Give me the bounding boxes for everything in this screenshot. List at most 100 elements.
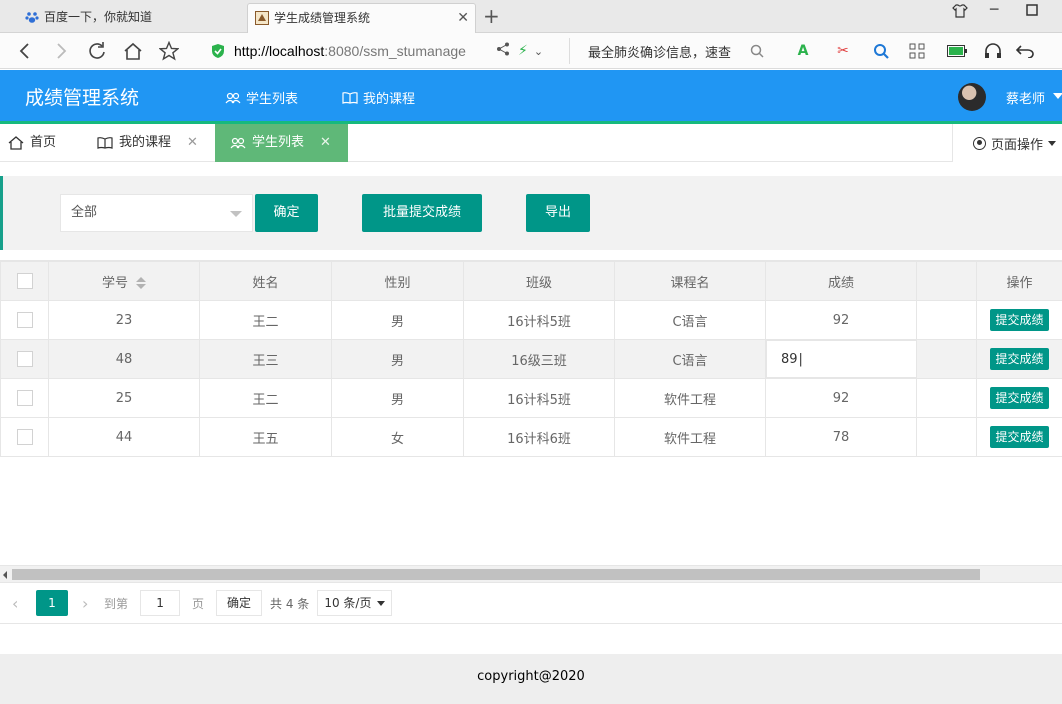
magnifier-icon[interactable] — [870, 41, 892, 61]
submit-score-button[interactable]: 提交成绩 — [990, 426, 1049, 448]
tab-student-list[interactable]: 学生列表 ✕ — [215, 124, 348, 162]
confirm-button[interactable]: 确定 — [255, 194, 318, 232]
apps-grid-icon[interactable] — [906, 41, 928, 61]
bookmark-star-icon[interactable] — [156, 38, 182, 64]
cell-score[interactable]: 78 — [765, 417, 917, 457]
cell-gender: 男 — [331, 300, 464, 340]
page-size-value: 10 条/页 — [324, 596, 372, 610]
new-tab-icon[interactable]: + — [483, 4, 500, 28]
translate-icon[interactable]: A — [792, 41, 814, 61]
select-all-cell — [0, 261, 49, 301]
chevron-down-icon — [377, 600, 386, 606]
target-icon — [973, 136, 986, 150]
topnav-label: 学生列表 — [246, 92, 299, 107]
topnav-my-courses[interactable]: 我的课程 — [342, 88, 415, 107]
topnav-student-list[interactable]: 学生列表 — [225, 88, 298, 107]
table-row: 25 王二 男 16计科5班 软件工程 92 提交成绩 — [0, 378, 1062, 418]
footer: copyright@2020 — [0, 654, 1062, 704]
table-row: 44 王五 女 16计科6班 软件工程 78 提交成绩 — [0, 417, 1062, 457]
row-checkbox[interactable] — [16, 312, 33, 328]
headphones-icon[interactable] — [982, 41, 1004, 61]
url-host: http://localhost — [234, 43, 325, 59]
tab-home[interactable]: 首页 — [0, 124, 82, 162]
close-tab-icon[interactable]: ✕ — [457, 4, 469, 32]
browser-tab-baidu[interactable]: 百度一下，你就知道 — [18, 3, 246, 33]
row-checkbox[interactable] — [16, 351, 33, 367]
tab-my-courses[interactable]: 我的课程 ✕ — [82, 124, 215, 162]
submit-score-button[interactable]: 提交成绩 — [990, 387, 1049, 409]
scroll-left-icon[interactable] — [3, 571, 7, 579]
cell-class: 16计科5班 — [463, 378, 615, 418]
app-header: 成绩管理系统 学生列表 我的课程 蔡老师 — [0, 70, 1062, 124]
header-score: 成绩 — [765, 261, 917, 301]
avatar[interactable] — [958, 83, 986, 111]
scrollbar-thumb[interactable] — [12, 569, 980, 580]
close-icon[interactable]: ✕ — [320, 124, 331, 162]
export-button[interactable]: 导出 — [526, 194, 590, 232]
search-icon[interactable] — [746, 41, 768, 61]
user-name[interactable]: 蔡老师 — [1006, 88, 1045, 107]
minimize-icon[interactable]: ─ — [990, 2, 998, 18]
scissors-icon[interactable]: ✂ — [832, 41, 854, 61]
lightning-icon[interactable]: ⚡ — [518, 43, 528, 59]
sort-icon[interactable] — [136, 277, 146, 289]
battery-icon[interactable] — [946, 41, 968, 61]
home-icon[interactable] — [120, 38, 146, 64]
users-icon — [230, 137, 246, 149]
page-ops-label: 页面操作 — [991, 137, 1044, 153]
header-blank — [916, 261, 977, 301]
cell-student-id: 48 — [48, 339, 200, 379]
cell-score[interactable]: 92 — [765, 378, 917, 418]
undo-icon[interactable] — [1014, 41, 1036, 61]
cell-course: 软件工程 — [614, 417, 766, 457]
dropdown-chevron-icon[interactable]: ⌄ — [534, 45, 543, 58]
page-ops-menu[interactable]: 页面操作 — [952, 124, 1062, 162]
page-unit-label: 页 — [192, 596, 205, 611]
current-page[interactable]: 1 — [36, 590, 68, 616]
site-favicon-icon — [255, 11, 269, 25]
next-page-icon[interactable]: › — [82, 594, 92, 613]
home-icon — [8, 136, 24, 150]
search-suggestion[interactable]: 最全肺炎确诊信息，速查 — [588, 42, 731, 61]
cell-score-editing[interactable]: 89 — [765, 339, 917, 379]
submit-score-button[interactable]: 提交成绩 — [990, 309, 1049, 331]
goto-confirm-button[interactable]: 确定 — [216, 590, 263, 616]
cell-class: 16计科5班 — [463, 300, 615, 340]
back-icon[interactable] — [12, 38, 38, 64]
cell-action: 提交成绩 — [976, 300, 1062, 340]
chevron-down-icon[interactable] — [1053, 93, 1062, 99]
select-all-checkbox[interactable] — [16, 273, 33, 289]
maximize-icon[interactable] — [1026, 4, 1038, 20]
page-number-input[interactable]: 1 — [140, 590, 181, 616]
skin-icon[interactable] — [952, 4, 968, 22]
close-icon[interactable]: ✕ — [187, 124, 198, 162]
url-field[interactable]: http://localhost:8080/ssm_stumanage ⚡ ⌄ — [210, 38, 570, 64]
cell-blank — [916, 417, 977, 457]
score-input[interactable]: 89 — [766, 340, 916, 378]
forward-icon[interactable] — [48, 38, 74, 64]
cell-name: 王二 — [199, 378, 332, 418]
cell-blank — [916, 378, 977, 418]
page-size-select[interactable]: 10 条/页 — [317, 590, 393, 616]
browser-tab-active[interactable]: 学生成绩管理系统 ✕ — [247, 3, 476, 33]
horizontal-scrollbar[interactable] — [0, 565, 1062, 582]
browser-tab-title: 学生成绩管理系统 — [274, 11, 371, 25]
header-student-id[interactable]: 学号 — [48, 261, 200, 301]
row-checkbox[interactable] — [16, 390, 33, 406]
cell-class: 16计科6班 — [463, 417, 615, 457]
cell-score[interactable]: 92 — [765, 300, 917, 340]
class-select[interactable]: 全部 — [60, 194, 253, 232]
row-checkbox[interactable] — [16, 429, 33, 445]
cell-name: 王二 — [199, 300, 332, 340]
reload-icon[interactable] — [84, 38, 110, 64]
share-icon[interactable] — [496, 42, 510, 60]
pagination: ‹ 1 › 到第 1 页 确定 共 4 条 10 条/页 — [0, 582, 1062, 624]
cell-course: C语言 — [614, 300, 766, 340]
page-tabs: 首页 我的课程 ✕ 学生列表 ✕ — [0, 124, 1062, 162]
prev-page-icon[interactable]: ‹ — [12, 594, 26, 613]
batch-submit-button[interactable]: 批量提交成绩 — [362, 194, 482, 232]
cell-student-id: 25 — [48, 378, 200, 418]
goto-label: 到第 — [104, 596, 129, 611]
total-count: 共 4 条 — [270, 596, 310, 611]
submit-score-button[interactable]: 提交成绩 — [990, 348, 1049, 370]
